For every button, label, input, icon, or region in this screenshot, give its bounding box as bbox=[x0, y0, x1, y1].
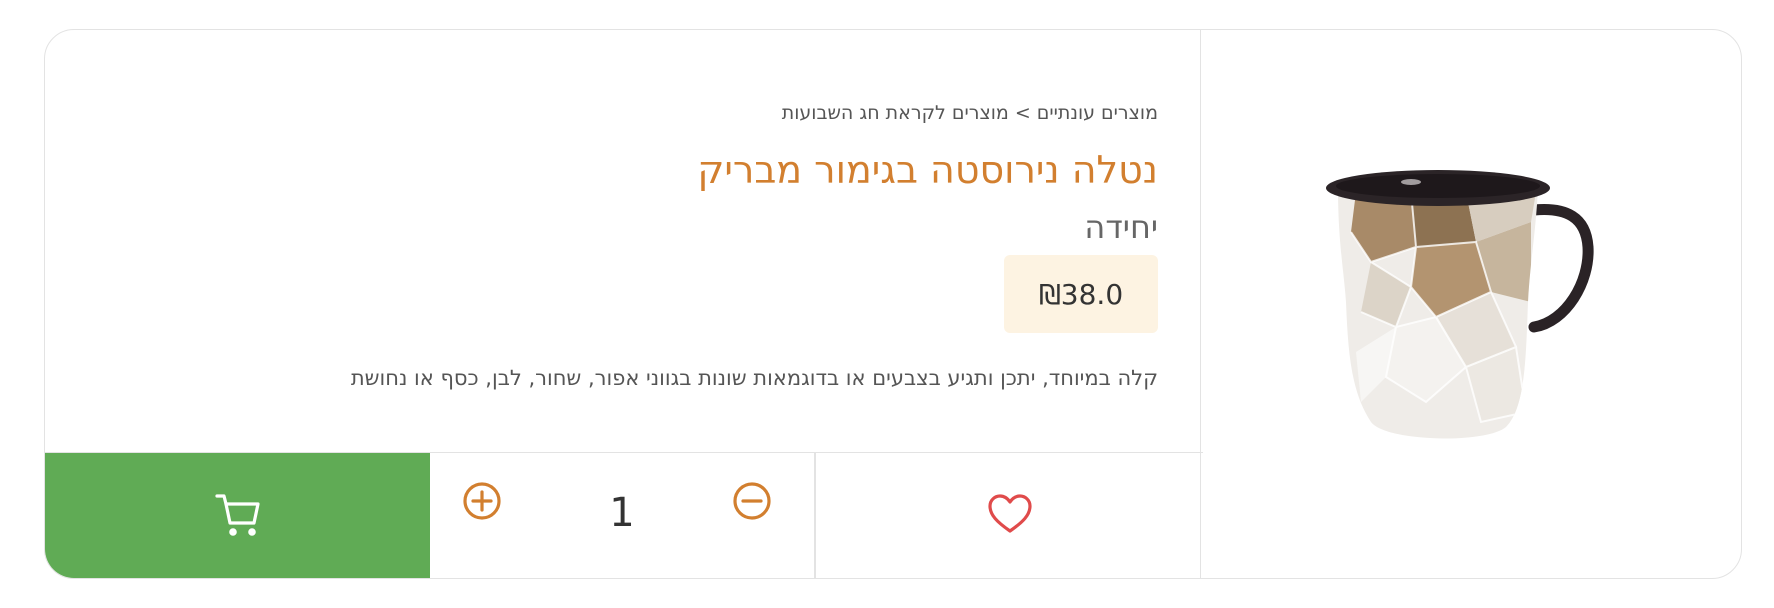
product-info: מוצרים עונתיים >מוצרים לקראת חג השבועות נ… bbox=[45, 30, 1202, 453]
cart-icon bbox=[214, 492, 261, 540]
minus-circle-icon[interactable] bbox=[732, 481, 772, 525]
breadcrumb: מוצרים עונתיים >מוצרים לקראת חג השבועות bbox=[782, 102, 1158, 124]
washing-cup-image[interactable] bbox=[1316, 152, 1626, 456]
wishlist-button[interactable] bbox=[815, 453, 1203, 578]
quantity-stepper: 1 bbox=[430, 453, 815, 578]
heart-icon bbox=[987, 493, 1033, 539]
action-bar: 1 bbox=[45, 452, 1203, 578]
product-image-panel bbox=[1200, 30, 1741, 578]
product-title: נטלה נירוסטה בגימור מבריק bbox=[697, 148, 1158, 192]
breadcrumb-category[interactable]: מוצרים עונתיים bbox=[1037, 102, 1158, 124]
product-unit: יחידה bbox=[1084, 208, 1158, 246]
price-badge: ₪38.0 bbox=[1004, 255, 1158, 333]
product-description: קלה במיוחד, יתכן ותגיע בצבעים או בדוגמאו… bbox=[350, 366, 1158, 390]
add-to-cart-button[interactable] bbox=[45, 453, 430, 578]
product-card: מוצרים עונתיים >מוצרים לקראת חג השבועות נ… bbox=[44, 29, 1742, 579]
breadcrumb-subcategory[interactable]: מוצרים לקראת חג השבועות bbox=[782, 102, 1009, 124]
breadcrumb-separator: > bbox=[1014, 102, 1031, 124]
